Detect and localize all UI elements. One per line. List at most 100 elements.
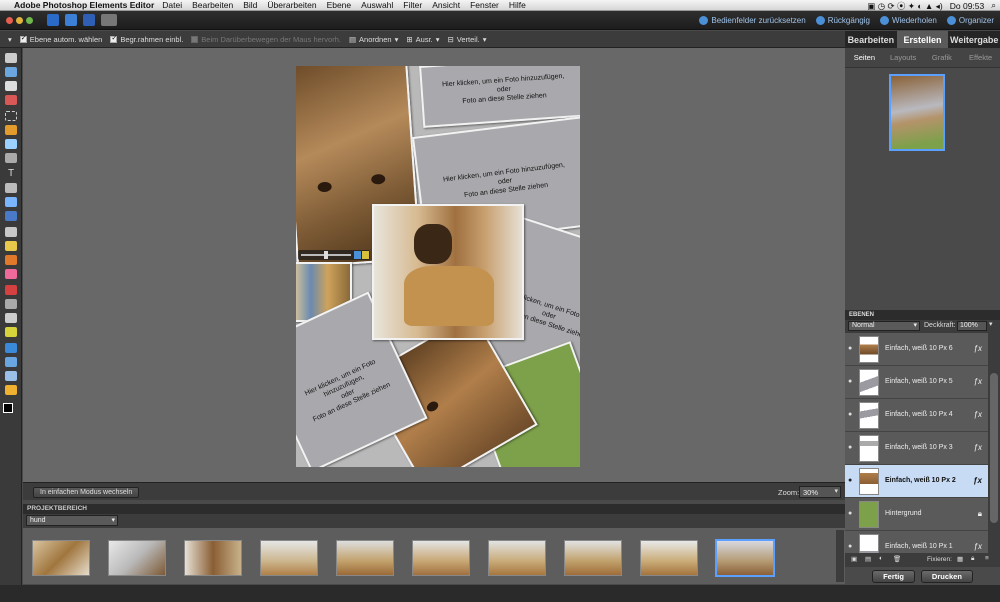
tab-erstellen[interactable]: Erstellen (896, 31, 949, 48)
new-group-icon[interactable]: ▤ (865, 555, 871, 563)
move-tool-icon[interactable] (5, 53, 17, 63)
fx-icon[interactable]: ƒx (974, 542, 982, 551)
page-thumbnail[interactable] (889, 74, 945, 151)
frame-size-slider[interactable] (298, 250, 370, 260)
zoom-dropdown-icon[interactable]: ▾ (834, 487, 838, 495)
subtab-effekte[interactable]: Effekte (961, 53, 1000, 62)
subtab-grafik[interactable]: Grafik (923, 53, 962, 62)
arrange-dropdown[interactable]: ▤ Anordnen ▾ (349, 35, 398, 44)
opacity-dropdown-icon[interactable]: ▾ (989, 320, 993, 328)
eye-icon[interactable]: ● (848, 510, 855, 517)
align-dropdown[interactable]: ⊞ Ausr. ▾ (406, 35, 439, 44)
done-button[interactable]: Fertig (872, 569, 915, 583)
eyedropper-tool-icon[interactable] (5, 95, 17, 105)
fx-icon[interactable]: ƒx (974, 410, 982, 419)
eye-icon[interactable]: ● (848, 543, 855, 550)
document-canvas[interactable]: Hier klicken, um ein Foto hinzuzufügen, … (296, 66, 580, 467)
minimize-window-icon[interactable] (16, 16, 23, 24)
bin-thumbnail[interactable] (32, 540, 90, 576)
eye-icon[interactable]: ● (848, 378, 855, 385)
hand-tool-icon[interactable] (5, 81, 17, 91)
tab-bearbeiten[interactable]: Bearbeiten (845, 31, 897, 48)
menu-auswahl[interactable]: Auswahl (361, 0, 393, 10)
menu-bild[interactable]: Bild (243, 0, 257, 10)
lock-icon[interactable]: 🔒︎ (978, 509, 982, 519)
bin-thumbnail[interactable] (488, 540, 546, 576)
foreground-color-swatch[interactable] (3, 403, 13, 413)
layer-row[interactable]: ● Hintergrund 🔒︎ (845, 498, 988, 531)
lasso-tool-icon[interactable] (5, 125, 17, 135)
paint-bucket-tool-icon[interactable] (5, 313, 17, 323)
menu-hilfe[interactable]: Hilfe (509, 0, 526, 10)
bin-thumbnail[interactable] (336, 540, 394, 576)
save-icon[interactable] (65, 14, 77, 26)
menu-filter[interactable]: Filter (403, 0, 422, 10)
help-icon[interactable] (83, 14, 95, 26)
simple-mode-button[interactable]: In einfachen Modus wechseln (33, 487, 140, 498)
crop-tool-icon[interactable] (5, 183, 17, 193)
spotlight-icon[interactable]: ⌕ (991, 0, 996, 11)
slider-handle[interactable] (324, 251, 328, 259)
eye-icon[interactable]: ● (848, 444, 855, 451)
reset-panels-button[interactable]: Bedienfelder zurücksetzen (699, 15, 806, 25)
lock-transparent-icon[interactable]: ▦ (957, 555, 963, 563)
bin-thumbnail[interactable] (184, 540, 242, 576)
zoom-window-icon[interactable] (26, 16, 33, 24)
fx-icon[interactable]: ƒx (974, 377, 982, 386)
menu-fenster[interactable]: Fenster (470, 0, 499, 10)
subtab-layouts[interactable]: Layouts (884, 53, 923, 62)
tool-preset-icon[interactable]: ▾ (8, 35, 12, 44)
bounding-box-checkbox[interactable]: Begr.rahmen einbl. (110, 34, 183, 44)
blur-tool-icon[interactable] (5, 357, 17, 367)
layer-row[interactable]: ● Einfach, weiß 10 Px 3 ƒx (845, 432, 988, 465)
close-window-icon[interactable] (6, 16, 13, 24)
zoom-tool-icon[interactable] (5, 67, 17, 77)
marquee-tool-icon[interactable] (5, 111, 17, 121)
delete-layer-icon[interactable]: 🗑︎ (893, 555, 901, 563)
bin-scrollbar[interactable] (836, 530, 844, 582)
type-tool-icon[interactable]: T (5, 169, 17, 179)
eye-icon[interactable]: ● (848, 411, 855, 418)
menu-bearbeiten[interactable]: Bearbeiten (192, 0, 233, 10)
bin-thumbnail[interactable] (412, 540, 470, 576)
fx-icon[interactable]: ƒx (974, 443, 982, 452)
clone-stamp-tool-icon[interactable] (5, 255, 17, 265)
healing-brush-tool-icon[interactable] (5, 241, 17, 251)
bin-thumbnail-selected[interactable] (716, 540, 774, 576)
magic-wand-tool-icon[interactable] (5, 139, 17, 149)
fx-icon[interactable]: ƒx (973, 476, 982, 485)
layer-row[interactable]: ● Einfach, weiß 10 Px 6 ƒx (845, 333, 988, 366)
straighten-tool-icon[interactable] (5, 211, 17, 221)
redo-button[interactable]: Wiederholen (879, 15, 937, 25)
bin-thumbnail[interactable] (564, 540, 622, 576)
photo-frame-dog-center[interactable] (372, 204, 524, 340)
layers-scrollbar[interactable] (988, 333, 1000, 553)
distribute-dropdown[interactable]: ⊟ Verteil. ▾ (448, 35, 487, 44)
subtab-seiten[interactable]: Seiten (845, 53, 884, 62)
app-name[interactable]: Adobe Photoshop Elements Editor (14, 0, 154, 10)
menu-ansicht[interactable]: Ansicht (432, 0, 460, 10)
workspace-layout-icon[interactable] (101, 14, 117, 26)
layer-row[interactable]: ● Einfach, weiß 10 Px 4 ƒx (845, 399, 988, 432)
quick-selection-tool-icon[interactable] (5, 153, 17, 163)
bin-thumbnail[interactable] (108, 540, 166, 576)
menu-ueberarbeiten[interactable]: Überarbeiten (267, 0, 316, 10)
red-eye-tool-icon[interactable] (5, 227, 17, 237)
canvas-workspace[interactable]: Hier klicken, um ein Foto hinzuzufügen, … (23, 48, 845, 482)
bin-thumbnail[interactable] (640, 540, 698, 576)
eye-icon[interactable]: ● (848, 477, 855, 484)
cookie-cutter-tool-icon[interactable] (5, 197, 17, 207)
status-icons[interactable]: ▣ ◷ ⟳ ⦿ ✦ ◐ ▲ ◂) (867, 0, 942, 12)
new-layer-icon[interactable]: ▣ (851, 555, 857, 563)
lock-all-icon[interactable]: 🔒︎ (971, 555, 974, 563)
eye-icon[interactable]: ● (848, 345, 855, 352)
menu-ebene[interactable]: Ebene (327, 0, 352, 10)
zoom-field[interactable]: 30% ▾ (799, 486, 841, 498)
gradient-tool-icon[interactable] (5, 327, 17, 337)
organizer-button[interactable]: Organizer (946, 15, 994, 25)
layer-row-selected[interactable]: ● Einfach, weiß 10 Px 2 ƒx (845, 465, 988, 498)
fx-icon[interactable]: ƒx (974, 344, 982, 353)
sponge-tool-icon[interactable] (5, 371, 17, 381)
print-button[interactable]: Drucken (920, 569, 973, 583)
auto-select-layer-checkbox[interactable]: Ebene autom. wählen (19, 34, 102, 44)
